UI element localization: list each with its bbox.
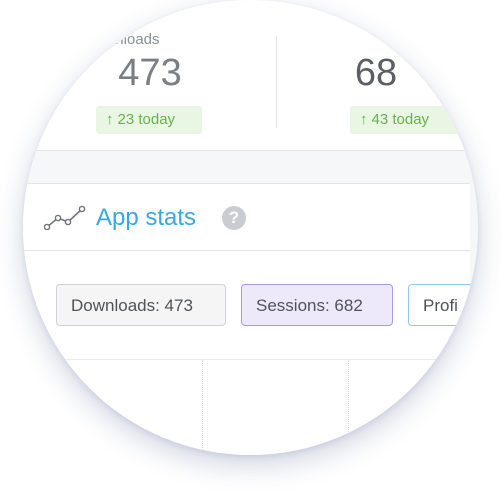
downloads-stat-value: 473 xyxy=(118,52,182,94)
sessions-chip[interactable]: Sessions: 682 xyxy=(241,284,393,326)
downloads-delta-badge: ↑ 23 today xyxy=(96,106,202,134)
help-icon[interactable]: ? xyxy=(222,206,246,230)
section-gap xyxy=(23,151,470,184)
sessions-stat-value: 68 xyxy=(354,52,398,94)
chart-area xyxy=(23,360,470,455)
sessions-delta-text: 43 today xyxy=(371,111,430,128)
downloads-stat: wnloads 473 ↑ 23 today xyxy=(30,0,270,150)
profile-chip[interactable]: Profi xyxy=(408,284,478,326)
app-stats-title[interactable]: App stats xyxy=(96,204,196,232)
arrow-up-icon: ↑ xyxy=(106,111,114,128)
downloads-stat-label: wnloads xyxy=(104,31,160,48)
sessions-stat: 68 ↑ 43 today xyxy=(276,0,478,150)
line-chart-icon xyxy=(44,205,86,230)
lens-content: wnloads 473 ↑ 23 today 68 ↑ 43 today App s… xyxy=(23,0,478,455)
sessions-delta-badge: ↑ 43 today xyxy=(350,106,466,134)
downloads-delta-text: 23 today xyxy=(117,111,176,128)
chart-gridline xyxy=(348,360,349,450)
downloads-chip[interactable]: Downloads: 473 xyxy=(56,284,226,326)
magnifier-lens: wnloads 473 ↑ 23 today 68 ↑ 43 today App s… xyxy=(23,0,478,455)
chart-gridline xyxy=(202,360,203,450)
arrow-up-icon: ↑ xyxy=(360,111,368,128)
app-stats-header xyxy=(23,184,470,251)
